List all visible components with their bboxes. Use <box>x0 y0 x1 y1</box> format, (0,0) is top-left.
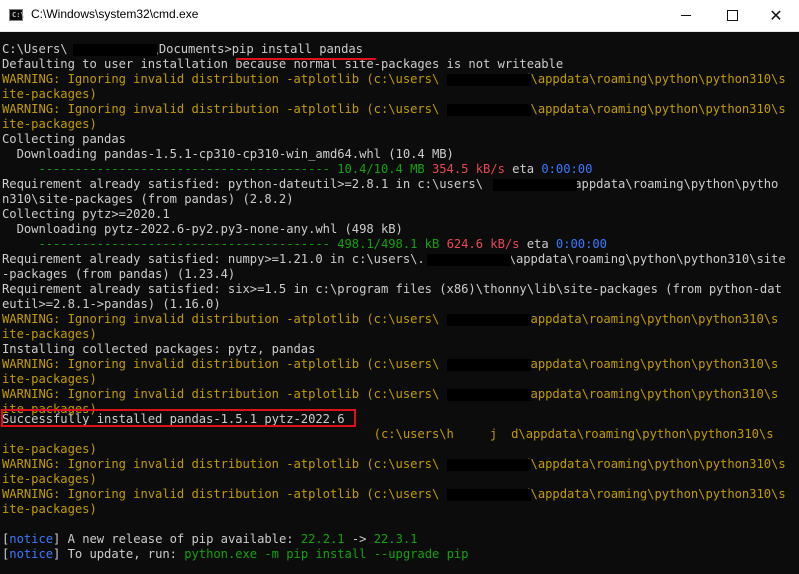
warning-line: ite-packages) <box>2 87 97 101</box>
console-line: -packages (from pandas) (1.23.4) <box>2 267 236 281</box>
warning-line: WARNING: Ignoring invalid distribution -… <box>2 387 779 401</box>
command-prompt-line: C:\Users\ \Documents>pip install pandas <box>2 42 363 56</box>
warning-line: WARNING: Ignoring invalid distribution -… <box>2 312 779 326</box>
warning-line: ite-packages) <box>2 327 97 341</box>
redaction-box <box>447 459 531 471</box>
console-line: n310\site-packages (from pandas) (2.8.2) <box>2 192 294 206</box>
window-title: C:\Windows\system32\cmd.exe <box>31 7 199 21</box>
redaction-box <box>447 489 531 501</box>
console-line: Installing collected packages: pytz, pan… <box>2 342 316 356</box>
download-progress-line: ----------------------------------------… <box>2 237 607 251</box>
warning-line: WARNING: Ignoring invalid distribution -… <box>2 487 786 501</box>
redaction-box <box>447 359 531 371</box>
redaction-box <box>73 44 157 56</box>
redaction-box <box>427 254 511 266</box>
command-underline-annotation <box>236 58 376 60</box>
redaction-box <box>493 179 577 191</box>
console-line: Requirement already satisfied: numpy>=1.… <box>2 252 786 266</box>
progress-bar: ---------------------------------------- <box>2 237 338 251</box>
warning-line: ite-packages) <box>2 442 97 456</box>
redaction-box <box>447 104 531 116</box>
pip-notice-line: [notice] A new release of pip available:… <box>2 532 418 546</box>
close-icon: ✕ <box>769 6 783 25</box>
warning-line: ite-packages) <box>2 117 97 131</box>
success-highlight-annotation <box>1 409 356 427</box>
minimize-button[interactable] <box>663 0 709 31</box>
pip-notice-line: [notice] To update, run: python.exe -m p… <box>2 547 469 561</box>
console-line: Requirement already satisfied: python-da… <box>2 177 779 191</box>
warning-line: WARNING: Ignoring invalid distribution -… <box>2 72 786 86</box>
warning-line: ite-packages) <box>2 472 97 486</box>
console-line: Downloading pandas-1.5.1-cp310-cp310-win… <box>2 147 454 161</box>
minimize-icon <box>681 15 691 16</box>
warning-line: (c:\users\h j d\appdata\roaming\python\pyt… <box>2 427 774 441</box>
redaction-box <box>447 389 531 401</box>
console-line: Requirement already satisfied: six>=1.5 … <box>2 282 782 296</box>
warning-line: WARNING: Ignoring invalid distribution -… <box>2 102 786 116</box>
close-button[interactable]: ✕ <box>753 0 799 31</box>
warning-line: WARNING: Ignoring invalid distribution -… <box>2 357 779 371</box>
maximize-button[interactable] <box>709 0 755 31</box>
warning-line: WARNING: Ignoring invalid distribution -… <box>2 457 786 471</box>
maximize-icon <box>726 10 738 21</box>
warning-line: ite-packages) <box>2 502 97 516</box>
progress-bar: ---------------------------------------- <box>2 162 338 176</box>
redaction-box <box>447 314 531 326</box>
console-line: Downloading pytz-2022.6-py2.py3-none-any… <box>2 222 403 236</box>
typed-command: pip install pandas <box>231 42 363 56</box>
console-line: eutil>=2.8.1->pandas) (1.16.0) <box>2 297 221 311</box>
title-bar[interactable]: C:\ C:\Windows\system32\cmd.exe ✕ <box>0 0 799 32</box>
console-line: Collecting pytz>=2020.1 <box>2 207 170 221</box>
console-line: Collecting pandas <box>2 132 126 146</box>
download-progress-line: ----------------------------------------… <box>2 162 593 176</box>
warning-line: ite-packages) <box>2 372 97 386</box>
console-output[interactable]: C:\Users\ \Documents>pip install pandas D… <box>0 32 799 574</box>
cmd-app-icon: C:\ <box>9 9 25 21</box>
redaction-box <box>447 74 531 86</box>
